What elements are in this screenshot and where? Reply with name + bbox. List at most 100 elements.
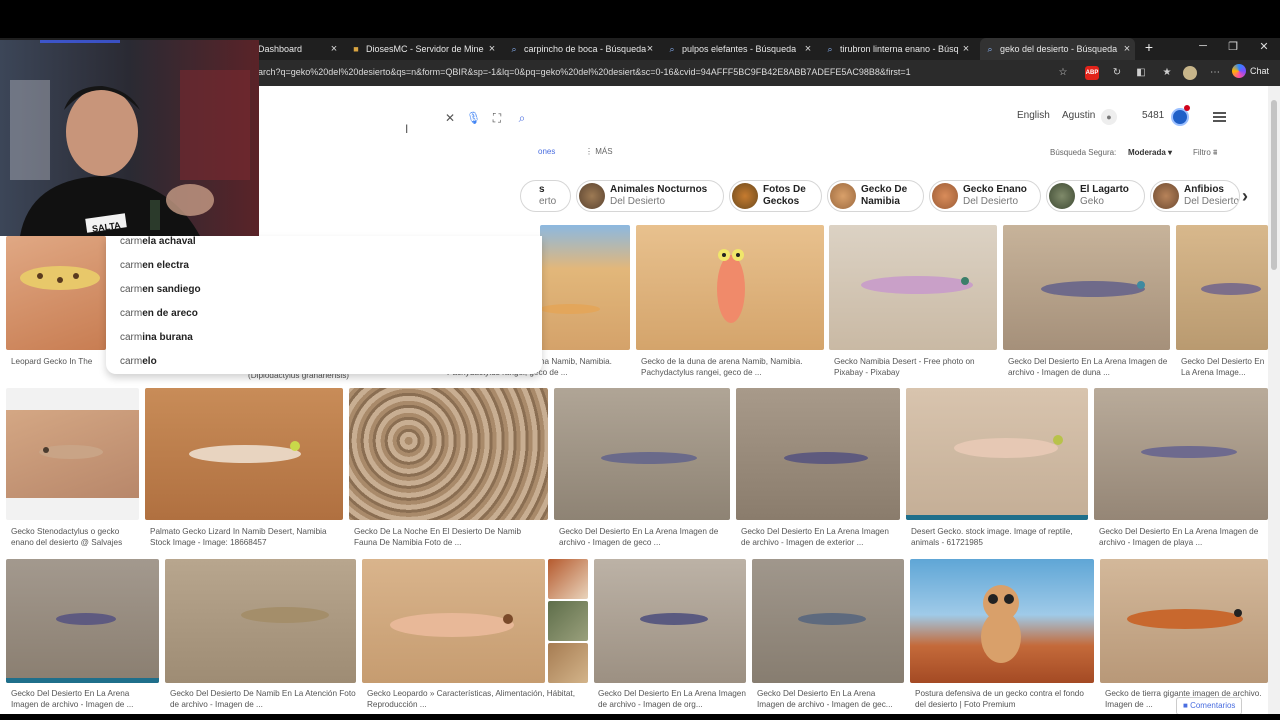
page-scrollbar[interactable]: [1268, 86, 1280, 720]
rewards-points[interactable]: 5481: [1142, 110, 1164, 121]
image-result[interactable]: [6, 388, 139, 520]
refresh-extension-icon[interactable]: ↻: [1110, 66, 1124, 80]
clear-icon[interactable]: ✕: [443, 111, 457, 125]
suggestion-item[interactable]: carmen de areco: [120, 308, 198, 319]
chevron-right-icon[interactable]: ›: [1242, 186, 1248, 207]
image-result[interactable]: [362, 559, 545, 683]
close-icon[interactable]: ×: [486, 42, 498, 56]
image-caption[interactable]: Gecko Leopardo » Características, Alimen…: [367, 688, 587, 712]
image-caption[interactable]: Gecko Del Desierto De Namib En La Atenci…: [170, 688, 356, 712]
image-caption[interactable]: Gecko Del Desierto En La Arena Imagen de…: [11, 688, 157, 712]
image-result[interactable]: [1003, 225, 1170, 350]
scope-tab-partial[interactable]: ones: [538, 147, 555, 156]
profile-avatar[interactable]: [1183, 66, 1197, 80]
language-link[interactable]: English: [1017, 110, 1050, 121]
image-result[interactable]: [145, 388, 343, 520]
image-result[interactable]: [554, 388, 730, 520]
user-name[interactable]: Agustin: [1062, 110, 1095, 121]
search-box[interactable]: ✕ 🎙 ⛶ ⌕: [258, 104, 541, 132]
restore-icon[interactable]: ❐: [1226, 40, 1240, 53]
chip-el-lagarto[interactable]: El Lagarto Geko: [1046, 180, 1145, 212]
image-caption[interactable]: Leopard Gecko In The De...: [11, 356, 106, 368]
image-caption[interactable]: Gecko Stenodactylus o gecko enano del de…: [11, 526, 139, 550]
image-caption[interactable]: Gecko Del Desierto En La Arena Image...: [1181, 356, 1266, 380]
suggestion-item[interactable]: carmelo: [120, 356, 157, 367]
image-caption[interactable]: Gecko Namibia Desert - Free photo on Pix…: [834, 356, 994, 380]
new-tab-button[interactable]: +: [1142, 39, 1156, 55]
image-result[interactable]: [548, 559, 588, 599]
tab-tirubron[interactable]: ⌕ tirubron linterna enano - Búsqueda ×: [824, 38, 974, 60]
image-caption[interactable]: Gecko De La Noche En El Desierto De Nami…: [354, 526, 546, 550]
image-result[interactable]: [548, 643, 588, 683]
image-result[interactable]: [548, 601, 588, 641]
image-result[interactable]: [736, 388, 900, 520]
close-icon[interactable]: ×: [328, 42, 340, 56]
chip-anfibios[interactable]: Anfibios Del Desierto: [1150, 180, 1240, 212]
adblock-icon[interactable]: ABP: [1085, 66, 1099, 80]
image-result[interactable]: [6, 236, 106, 350]
favorite-star-icon[interactable]: ☆: [1056, 66, 1070, 80]
chip-gecko-enano[interactable]: Gecko Enano Del Desierto: [929, 180, 1041, 212]
copilot-button[interactable]: Chat: [1232, 64, 1269, 78]
tab-dashboard[interactable]: Dashboard ×: [258, 38, 342, 60]
image-caption[interactable]: Gecko Del Desierto En La Arena Imagen de…: [741, 526, 899, 550]
image-caption[interactable]: Palmato Gecko Lizard In Namib Desert, Na…: [150, 526, 342, 550]
search-icon[interactable]: ⌕: [515, 111, 529, 125]
close-icon[interactable]: ×: [802, 42, 814, 56]
suggestion-item[interactable]: carmen electra: [120, 260, 189, 271]
image-caption[interactable]: Gecko Del Desierto En La Arena Imagen de…: [1008, 356, 1168, 380]
more-tab[interactable]: ⋮ MÁS: [585, 147, 613, 156]
scrollbar-thumb[interactable]: [1271, 100, 1277, 270]
more-options-icon[interactable]: ⋯: [1208, 66, 1222, 80]
menu-icon[interactable]: [1213, 112, 1226, 122]
image-result[interactable]: [1100, 559, 1268, 683]
feedback-button[interactable]: ■ Comentarios: [1176, 697, 1243, 715]
chip-partial[interactable]: s erto: [520, 180, 571, 212]
close-icon[interactable]: ×: [644, 42, 656, 56]
suggestion-item[interactable]: carmen sandiego: [120, 284, 201, 295]
url-field[interactable]: arch?q=geko%20del%20desierto&qs=n&form=Q…: [258, 67, 911, 77]
image-result[interactable]: [906, 388, 1088, 520]
image-caption[interactable]: Gecko Del Desierto En La Arena Imagen de…: [757, 688, 903, 712]
image-result[interactable]: [1176, 225, 1268, 350]
image-caption[interactable]: Gecko Del Desierto En La Arena Imagen de…: [559, 526, 729, 550]
image-result[interactable]: [165, 559, 356, 683]
image-result[interactable]: [6, 559, 159, 683]
image-result[interactable]: [540, 225, 630, 350]
suggestion-item[interactable]: carmela achaval: [120, 236, 196, 247]
image-result[interactable]: [349, 388, 548, 520]
image-result[interactable]: [636, 225, 824, 350]
visual-search-icon[interactable]: ⛶: [490, 111, 504, 125]
split-screen-icon[interactable]: ◧: [1134, 66, 1148, 80]
chip-fotos-geckos[interactable]: Fotos De Geckos: [729, 180, 822, 212]
image-caption[interactable]: Postura defensiva de un gecko contra el …: [915, 688, 1095, 712]
favorites-icon[interactable]: ★: [1160, 66, 1174, 80]
window-close-icon[interactable]: ✕: [1257, 40, 1271, 53]
tab-pulpos[interactable]: ⌕ pulpos elefantes - Búsqueda ×: [666, 38, 816, 60]
image-caption[interactable]: Gecko Del Desierto En La Arena Imagen de…: [1099, 526, 1267, 550]
suggestion-item[interactable]: carmina burana: [120, 332, 193, 343]
image-result[interactable]: [752, 559, 904, 683]
tab-carpincho[interactable]: ⌕ carpincho de boca - Búsqueda ×: [508, 38, 658, 60]
image-result[interactable]: [910, 559, 1094, 683]
image-result[interactable]: [829, 225, 997, 350]
chip-strong: Gecko Enano: [963, 184, 1027, 195]
safe-search-dropdown[interactable]: Moderada ▾: [1128, 148, 1172, 157]
close-icon[interactable]: ×: [1121, 42, 1133, 56]
image-result[interactable]: [594, 559, 746, 683]
close-icon[interactable]: ×: [960, 42, 972, 56]
image-caption[interactable]: Desert Gecko. stock image. Image of rept…: [911, 526, 1087, 550]
image-caption[interactable]: Gecko Del Desierto En La Arena Imagen de…: [598, 688, 746, 712]
microphone-icon[interactable]: 🎙: [466, 111, 481, 125]
filter-button[interactable]: Filtro ⩩: [1193, 148, 1217, 158]
tab-diosesmc[interactable]: ■ DiosesMC - Servidor de Minecraft ×: [350, 38, 500, 60]
tab-geko-active[interactable]: ⌕ geko del desierto - Búsqueda Imágenes …: [980, 38, 1135, 60]
minimize-icon[interactable]: ─: [1196, 40, 1210, 52]
chip-gecko-namibia[interactable]: Gecko De Namibia: [827, 180, 924, 212]
image-caption[interactable]: Gecko de la duna de arena Namib, Namibia…: [641, 356, 821, 380]
chip-animales-nocturnos[interactable]: Animales Nocturnos Del Desierto: [576, 180, 724, 212]
user-avatar-icon[interactable]: ●: [1101, 109, 1117, 125]
image-result[interactable]: [1094, 388, 1268, 520]
safe-search-value: Moderada: [1128, 148, 1166, 157]
image-caption[interactable]: na Namib, Namibia.: [540, 356, 630, 368]
